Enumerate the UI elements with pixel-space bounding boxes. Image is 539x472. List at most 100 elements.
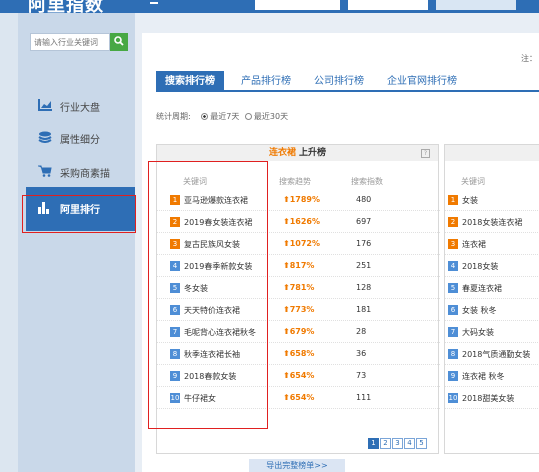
page-button[interactable]: 5 xyxy=(416,438,427,449)
search-index-value: 73 xyxy=(356,371,367,380)
help-icon[interactable]: ? xyxy=(421,149,430,158)
search-index-value: 36 xyxy=(356,349,367,358)
trend-value: ⬆654% xyxy=(283,371,314,380)
up-arrow-icon: ⬆ xyxy=(283,305,290,314)
search-button[interactable] xyxy=(110,33,128,51)
trend-percent: 817% xyxy=(289,261,315,270)
tab-product-ranking[interactable]: 产品排行榜 xyxy=(241,71,291,92)
chart-icon xyxy=(38,99,52,111)
sidebar xyxy=(0,13,135,472)
search-index-value: 176 xyxy=(356,239,372,248)
page-button[interactable]: 1 xyxy=(368,438,379,449)
trend-percent: 679% xyxy=(289,327,315,336)
sidebar-item-attributes[interactable]: 属性细分 xyxy=(38,127,128,149)
keyword-link[interactable]: 女装 xyxy=(462,195,478,206)
industry-search xyxy=(30,33,130,51)
ranking-row: 10 2018甜美女装 xyxy=(445,387,539,409)
period-option-30days[interactable]: 最近30天 xyxy=(244,111,288,122)
col-header-trend: 搜索趋势 xyxy=(279,177,311,186)
trend-value: ⬆679% xyxy=(283,327,314,336)
ranking-row: 7 大码女装 xyxy=(445,321,539,343)
search-index-value: 28 xyxy=(356,327,367,336)
rank-badge: 9 xyxy=(448,371,458,381)
trend-value: ⬆781% xyxy=(283,283,314,292)
rank-badge: 6 xyxy=(448,305,458,315)
trend-percent: 1626% xyxy=(289,217,320,226)
keyword-link[interactable]: 女装 秋冬 xyxy=(462,305,497,316)
keyword-link[interactable]: 2018女装 xyxy=(462,261,498,272)
search-index-value: 251 xyxy=(356,261,372,270)
search-index-value: 128 xyxy=(356,283,372,292)
search-index-value: 697 xyxy=(356,217,372,226)
industry-search-input[interactable] xyxy=(30,33,110,51)
trend-value: ⬆773% xyxy=(283,305,314,314)
tab-website-ranking[interactable]: 企业官网排行榜 xyxy=(387,71,457,92)
header-tab-1[interactable] xyxy=(255,0,340,10)
header-tab-3[interactable] xyxy=(436,0,516,10)
trend-value: ⬆654% xyxy=(283,393,314,402)
export-full-list-button[interactable]: 导出完整榜单>> xyxy=(249,459,345,472)
highlight-box-sidebar xyxy=(22,195,136,233)
ranking-row: 5 春夏连衣裙 xyxy=(445,277,539,299)
sidebar-item-industry[interactable]: 行业大盘 xyxy=(38,95,128,117)
trend-percent: 773% xyxy=(289,305,315,314)
rank-badge: 4 xyxy=(448,261,458,271)
up-arrow-icon: ⬆ xyxy=(283,239,290,248)
rank-badge: 5 xyxy=(448,283,458,293)
hot-ranking-panel: 关键词 1 女装 2 2018女装连衣裙 3 连衣裙 4 2018女装 5 春夏连衣裙 6 女装 秋冬… xyxy=(444,144,539,454)
search-index-value: 480 xyxy=(356,195,372,204)
ranking-row: 4 2018女装 xyxy=(445,255,539,277)
keyword-link[interactable]: 春夏连衣裙 xyxy=(462,283,502,294)
rank-badge: 7 xyxy=(448,327,458,337)
trend-value: ⬆1789% xyxy=(283,195,320,204)
highlight-box-keywords xyxy=(148,161,268,429)
up-arrow-icon: ⬆ xyxy=(283,349,290,358)
sidebar-item-label: 采购商素描 xyxy=(60,169,110,180)
header-tab-2[interactable] xyxy=(348,0,428,10)
trend-value: ⬆1626% xyxy=(283,217,320,226)
corner-note: 注： xyxy=(521,54,537,63)
tab-search-ranking[interactable]: 搜索排行榜 xyxy=(156,71,224,92)
keyword-link[interactable]: 连衣裙 xyxy=(462,239,486,250)
period-selector: 统计周期: 最近7天 最近30天 xyxy=(156,111,288,122)
panel-header-keyword: 连衣裙 xyxy=(269,148,297,158)
layers-icon xyxy=(38,131,52,143)
panel-header xyxy=(445,145,539,161)
trend-value: ⬆1072% xyxy=(283,239,320,248)
trend-value: ⬆817% xyxy=(283,261,314,270)
search-index-value: 181 xyxy=(356,305,372,314)
up-arrow-icon: ⬆ xyxy=(283,371,290,380)
pagination: 12345 xyxy=(368,438,428,450)
trend-percent: 654% xyxy=(289,371,315,380)
keyword-link[interactable]: 大码女装 xyxy=(462,327,494,338)
radio-unselected[interactable] xyxy=(244,113,252,120)
sidebar-item-label: 行业大盘 xyxy=(60,103,100,114)
ranking-row: 6 女装 秋冬 xyxy=(445,299,539,321)
trend-percent: 658% xyxy=(289,349,315,358)
keyword-link[interactable]: 2018女装连衣裙 xyxy=(462,217,522,228)
header-divider xyxy=(150,2,158,4)
page-button[interactable]: 4 xyxy=(404,438,415,449)
radio-selected[interactable] xyxy=(201,113,209,120)
keyword-link[interactable]: 2018甜美女装 xyxy=(462,393,514,404)
trend-percent: 1789% xyxy=(289,195,320,204)
up-arrow-icon: ⬆ xyxy=(283,327,290,336)
page-button[interactable]: 3 xyxy=(392,438,403,449)
ranking-row: 1 女装 xyxy=(445,189,539,211)
ranking-tabs: 搜索排行榜 产品排行榜 公司排行榜 企业官网排行榜 xyxy=(156,71,539,92)
keyword-link[interactable]: 2018气质通勤女装 xyxy=(462,349,530,360)
sidebar-item-label: 属性细分 xyxy=(60,135,100,146)
search-icon xyxy=(114,36,124,46)
tab-company-ranking[interactable]: 公司排行榜 xyxy=(314,71,364,92)
period-option-7days[interactable]: 最近7天 xyxy=(201,111,239,122)
trend-value: ⬆658% xyxy=(283,349,314,358)
top-header: 阿里指数 xyxy=(0,0,539,16)
sidebar-item-buyers[interactable]: 采购商素描 xyxy=(38,161,128,183)
up-arrow-icon: ⬆ xyxy=(283,261,290,270)
up-arrow-icon: ⬆ xyxy=(283,283,290,292)
trend-percent: 654% xyxy=(289,393,315,402)
keyword-link[interactable]: 连衣裙 秋冬 xyxy=(462,371,505,382)
page-button[interactable]: 2 xyxy=(380,438,391,449)
cart-icon xyxy=(38,165,52,177)
rank-badge: 1 xyxy=(448,195,458,205)
